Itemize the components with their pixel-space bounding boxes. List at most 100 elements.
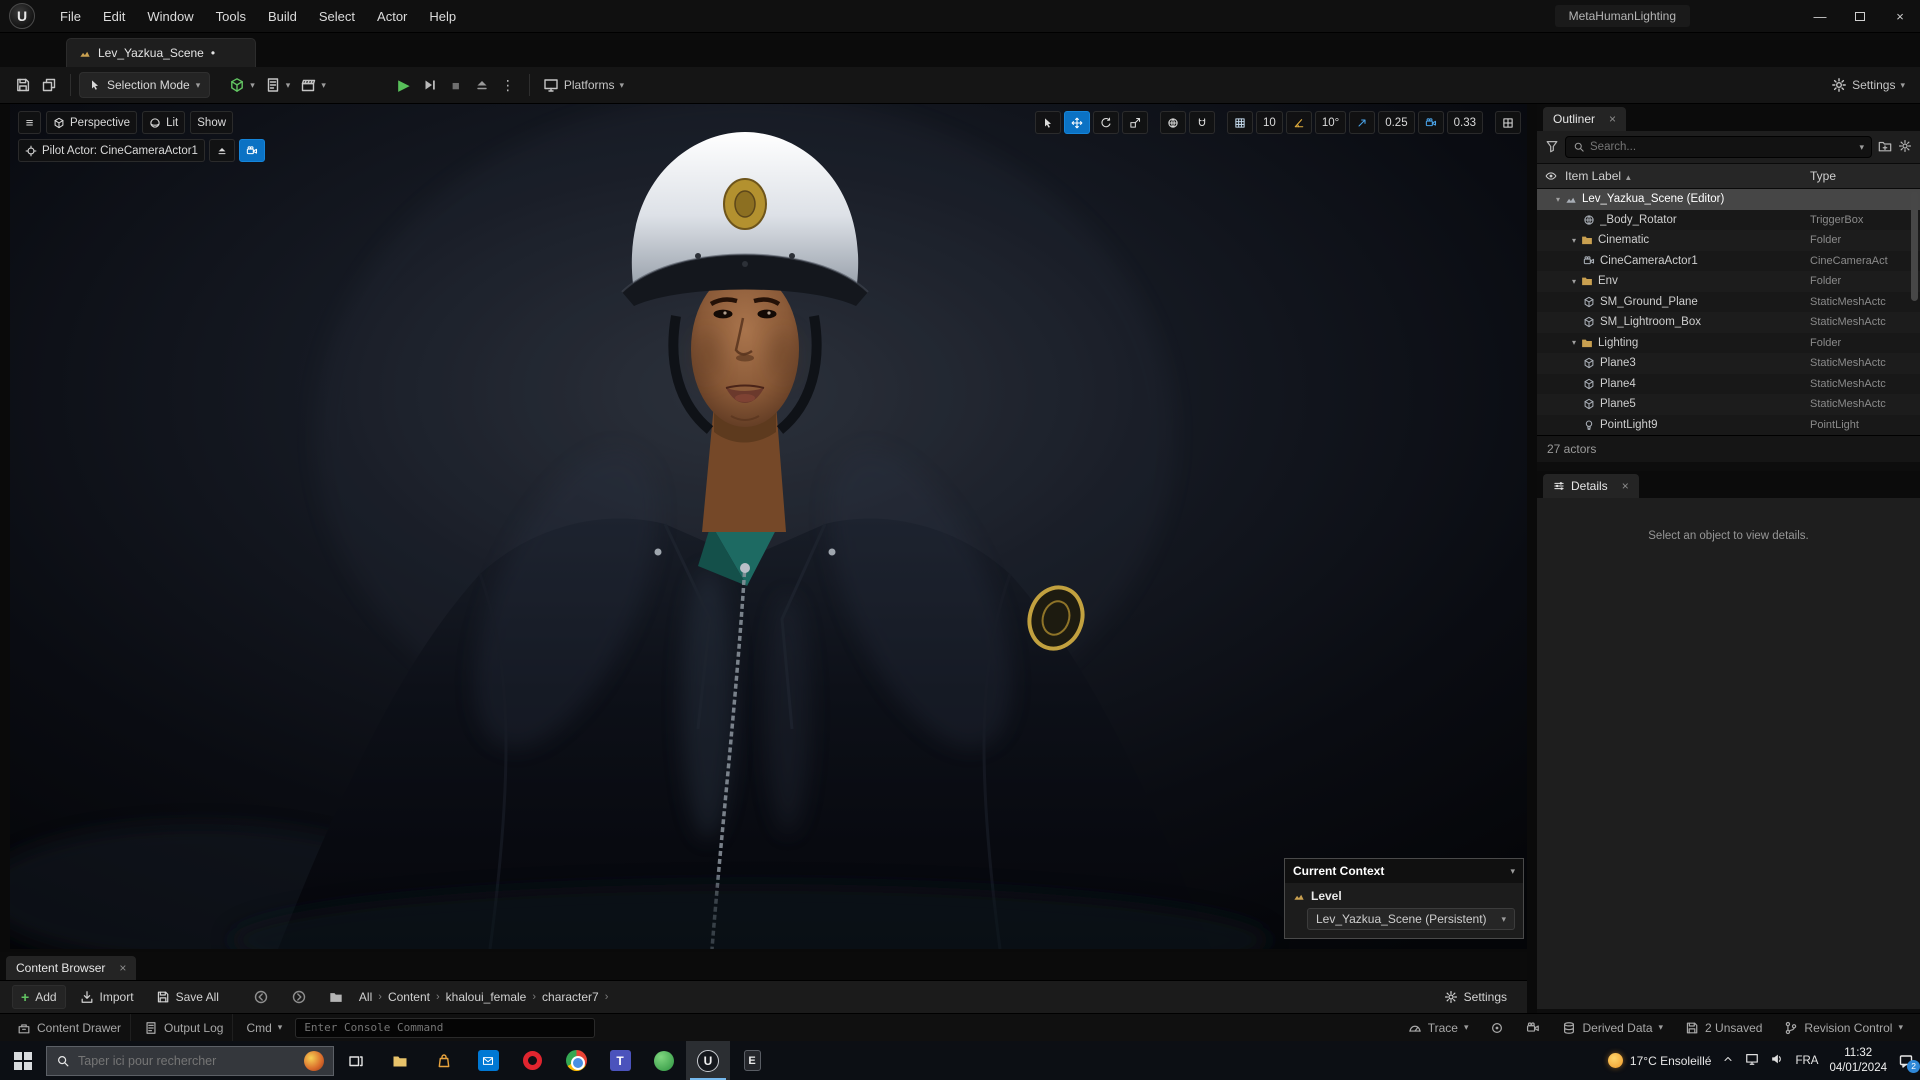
language-indicator[interactable]: FRA xyxy=(1795,1055,1818,1067)
menu-tools[interactable]: Tools xyxy=(205,0,257,33)
source-control-button[interactable] xyxy=(36,72,62,98)
scale-snap-value[interactable]: 0.25 xyxy=(1378,111,1415,134)
outliner-row-cinematic-folder[interactable]: ▾ Cinematic Folder xyxy=(1537,230,1920,251)
blueprints-button[interactable]: ▾ xyxy=(260,72,296,98)
play-button[interactable]: ▶ xyxy=(391,72,417,98)
forward-button[interactable] xyxy=(283,985,315,1009)
green-app-icon[interactable] xyxy=(642,1041,686,1080)
maximize-viewport-button[interactable] xyxy=(1495,111,1521,134)
unsaved-button[interactable]: 2 Unsaved xyxy=(1676,1014,1771,1042)
menu-help[interactable]: Help xyxy=(418,0,467,33)
breadcrumb-character7[interactable]: character7 xyxy=(540,990,601,1004)
breadcrumb-all[interactable]: All xyxy=(357,990,374,1004)
mail-app-icon[interactable] xyxy=(466,1041,510,1080)
taskbar-search-input[interactable] xyxy=(78,1053,296,1068)
column-item-label[interactable]: Item Label ▲ xyxy=(1565,169,1632,183)
notification-center-button[interactable]: 2 xyxy=(1898,1053,1920,1073)
back-button[interactable] xyxy=(245,985,277,1009)
level-viewport[interactable]: ≡ Perspective Lit Show Pilot Actor: Cine… xyxy=(10,104,1527,949)
menu-build[interactable]: Build xyxy=(257,0,308,33)
outliner-row-pointlight9[interactable]: PointLight9 PointLight xyxy=(1537,415,1920,436)
visibility-eye-icon[interactable] xyxy=(1545,170,1557,182)
outliner-row-level[interactable]: ▾ Lev_Yazkua_Scene (Editor) xyxy=(1537,189,1920,210)
tab-outliner[interactable]: Outliner × xyxy=(1543,107,1627,131)
play-options-kebab[interactable]: ⋮ xyxy=(495,72,521,98)
path-folder-icon[interactable] xyxy=(321,985,351,1009)
editor-mode-dropdown[interactable]: Selection Mode ▾ xyxy=(79,72,211,98)
clock[interactable]: 11:32 04/01/2024 xyxy=(1829,1046,1887,1075)
unreal-logo-icon[interactable]: U xyxy=(9,3,35,29)
start-button[interactable] xyxy=(0,1041,46,1080)
outliner-filter-button[interactable] xyxy=(1545,139,1559,156)
outliner-row-plane5[interactable]: Plane5 StaticMeshActc xyxy=(1537,394,1920,415)
rotate-tool-button[interactable] xyxy=(1093,111,1120,134)
stop-piloting-button[interactable] xyxy=(208,139,235,162)
output-log-button[interactable]: Output Log xyxy=(135,1013,234,1042)
outliner-row-plane4[interactable]: Plane4 StaticMeshActc xyxy=(1537,374,1920,395)
camera-speed-button[interactable] xyxy=(1417,111,1444,134)
outliner-settings-button[interactable] xyxy=(1898,139,1912,156)
view-mode-dropdown[interactable]: Lit xyxy=(142,111,186,134)
save-all-button[interactable]: Save All xyxy=(148,985,227,1009)
outliner-row-env-folder[interactable]: ▾ Env Folder xyxy=(1537,271,1920,292)
show-dropdown[interactable]: Show xyxy=(190,111,234,134)
settings-dropdown[interactable]: Settings ▾ xyxy=(1826,72,1910,98)
outliner-row-body-rotator[interactable]: _Body_Rotator TriggerBox xyxy=(1537,210,1920,231)
pilot-camera-toggle[interactable] xyxy=(238,139,265,162)
outliner-add-folder-button[interactable] xyxy=(1878,139,1892,156)
file-explorer-icon[interactable] xyxy=(378,1041,422,1080)
grid-snap-value[interactable]: 10 xyxy=(1256,111,1283,134)
maximize-button[interactable] xyxy=(1840,0,1880,33)
taskbar-search-box[interactable] xyxy=(46,1045,334,1076)
revision-control-dropdown[interactable]: Revision Control ▾ xyxy=(1775,1014,1912,1042)
move-tool-button[interactable] xyxy=(1064,111,1091,134)
viewport-options-button[interactable]: ≡ xyxy=(18,111,41,134)
console-command-input[interactable] xyxy=(295,1017,596,1038)
menu-edit[interactable]: Edit xyxy=(92,0,136,33)
menu-file[interactable]: File xyxy=(49,0,92,33)
screenshot-button[interactable] xyxy=(1517,1014,1549,1042)
store-app-icon[interactable] xyxy=(422,1041,466,1080)
close-icon[interactable]: × xyxy=(119,961,126,975)
tab-details[interactable]: Details × xyxy=(1543,474,1639,498)
chrome-icon[interactable] xyxy=(554,1041,598,1080)
cb-settings-dropdown[interactable]: Settings xyxy=(1436,985,1515,1009)
menu-window[interactable]: Window xyxy=(136,0,204,33)
frame-skip-button[interactable] xyxy=(417,72,443,98)
derived-data-dropdown[interactable]: Derived Data ▾ xyxy=(1553,1014,1672,1042)
rotation-snap-toggle[interactable] xyxy=(1285,111,1312,134)
save-button[interactable] xyxy=(10,72,36,98)
trace-dropdown[interactable]: Trace ▾ xyxy=(1399,1014,1478,1042)
scale-snap-toggle[interactable] xyxy=(1349,111,1376,134)
close-icon[interactable]: × xyxy=(1609,112,1616,126)
level-tab[interactable]: Lev_Yazkua_Scene • xyxy=(66,38,256,67)
outliner-row-plane3[interactable]: Plane3 StaticMeshActc xyxy=(1537,353,1920,374)
opera-icon[interactable] xyxy=(510,1041,554,1080)
search-highlight-icon[interactable] xyxy=(304,1050,324,1071)
select-tool-button[interactable] xyxy=(1035,111,1062,134)
rotation-snap-value[interactable]: 10° xyxy=(1314,111,1347,134)
content-drawer-button[interactable]: Content Drawer xyxy=(8,1013,132,1042)
cinematics-button[interactable]: ▾ xyxy=(295,72,331,98)
perspective-dropdown[interactable]: Perspective xyxy=(46,111,138,134)
column-type[interactable]: Type xyxy=(1810,169,1836,183)
add-actor-button[interactable]: ▾ xyxy=(224,72,260,98)
scale-tool-button[interactable] xyxy=(1122,111,1149,134)
close-button[interactable]: × xyxy=(1880,0,1920,33)
network-icon[interactable] xyxy=(1745,1052,1759,1069)
minimize-button[interactable]: — xyxy=(1800,0,1840,33)
grid-snap-toggle[interactable] xyxy=(1227,111,1254,134)
volume-icon[interactable] xyxy=(1770,1052,1784,1069)
breadcrumb-khaloui-female[interactable]: khaloui_female xyxy=(444,990,529,1004)
close-icon[interactable]: × xyxy=(1622,479,1629,493)
context-level-dropdown[interactable]: Lev_Yazkua_Scene (Persistent) ▾ xyxy=(1307,908,1515,930)
insights-button[interactable] xyxy=(1481,1014,1513,1042)
menu-select[interactable]: Select xyxy=(308,0,366,33)
coordinate-space-toggle[interactable] xyxy=(1160,111,1187,134)
surface-snap-toggle[interactable] xyxy=(1189,111,1216,134)
outliner-row-lighting-folder[interactable]: ▾ Lighting Folder xyxy=(1537,333,1920,354)
breadcrumb-content[interactable]: Content xyxy=(386,990,432,1004)
outliner-row-ground-plane[interactable]: SM_Ground_Plane StaticMeshActc xyxy=(1537,292,1920,313)
pilot-actor-label[interactable]: Pilot Actor: CineCameraActor1 xyxy=(18,139,205,162)
outliner-search-box[interactable]: ▾ xyxy=(1565,136,1872,158)
